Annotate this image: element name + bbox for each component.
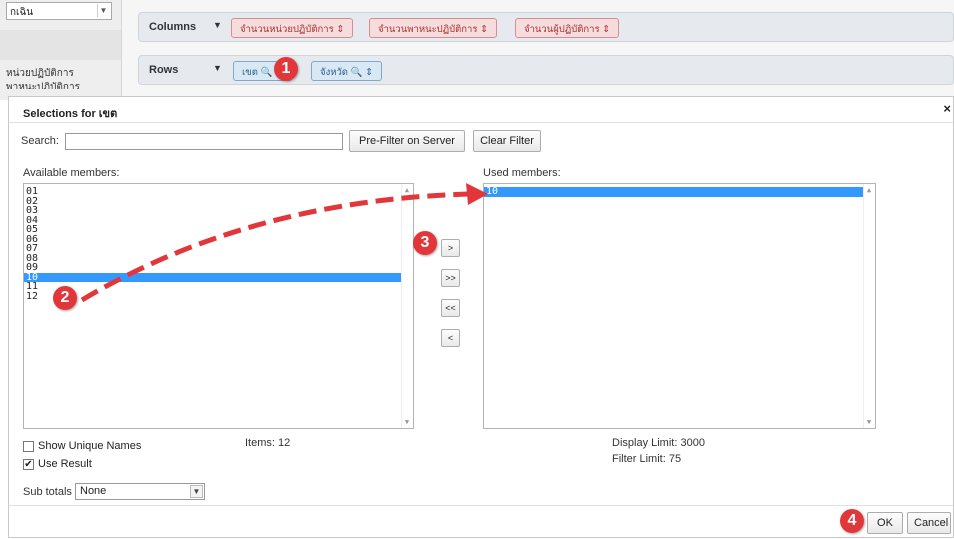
sub-totals-select[interactable]: None ▼ [75, 483, 205, 500]
sidebar-select-value: กเฉิน [10, 7, 34, 18]
list-item[interactable]: 05 [24, 225, 413, 235]
selections-dialog: Selections for เขต × Search: Pre-Filter … [8, 96, 954, 538]
list-item[interactable]: 02 [24, 196, 413, 207]
pre-filter-button[interactable]: Pre-Filter on Server [349, 130, 465, 152]
rows-shelf: Rows ▼ เขต 🔍 ⇕ จังหวัด 🔍 ⇕ [138, 55, 954, 85]
scroll-up-icon[interactable]: ▲ [864, 185, 874, 195]
sidebar-select[interactable]: กเฉิน ▼ [6, 2, 112, 20]
available-members-label: Available members: [23, 167, 120, 179]
use-result-row[interactable]: ✔ Use Result [23, 458, 92, 470]
column-chip[interactable]: จำนวนผู้ปฏิบัติการ ⇕ [515, 18, 620, 38]
list-item[interactable]: 08 [24, 253, 413, 264]
caret-down-icon[interactable]: ▼ [213, 20, 222, 30]
used-members-label: Used members: [483, 167, 561, 179]
sidebar-text-line: พาหนะปฏิบัติการ [6, 82, 80, 89]
move-left-button[interactable]: < [441, 329, 460, 347]
chevron-down-icon[interactable]: ▼ [190, 485, 203, 498]
move-all-left-button[interactable]: << [441, 299, 460, 317]
column-chip[interactable]: จำนวนหน่วยปฏิบัติการ ⇕ [231, 18, 354, 38]
show-unique-names-row[interactable]: Show Unique Names [23, 440, 141, 452]
scrollbar[interactable]: ▲ ▼ [401, 184, 413, 428]
available-members-list[interactable]: 01 02 03 04 05 06 07 08 09 10 11 12 ▲ ▼ [23, 183, 414, 429]
sidebar-panel: กเฉิน ▼ หน่วยปฏิบัติการ พาหนะปฏิบัติการ [0, 0, 122, 100]
dialog-titlebar: Selections for เขต × [9, 97, 953, 123]
chevron-down-icon: ▼ [97, 4, 109, 17]
sidebar-text-line: หน่วยปฏิบัติการ [6, 68, 74, 79]
caret-down-icon[interactable]: ▼ [213, 63, 222, 73]
list-item[interactable]: 10 [484, 187, 875, 197]
move-right-button[interactable]: > [441, 239, 460, 257]
columns-label: Columns [149, 21, 197, 33]
list-item[interactable]: 04 [24, 215, 413, 226]
show-unique-names-checkbox[interactable] [23, 440, 34, 452]
list-item[interactable]: 03 [24, 206, 413, 216]
show-unique-names-label: Show Unique Names [38, 440, 142, 452]
sub-totals-value: None [80, 485, 107, 497]
search-input[interactable] [65, 133, 343, 150]
list-item[interactable]: 12 [24, 291, 413, 302]
sub-totals-label: Sub totals [23, 486, 72, 498]
column-chip[interactable]: จำนวนพาหนะปฏิบัติการ ⇕ [369, 18, 498, 38]
scroll-down-icon[interactable]: ▼ [402, 417, 412, 427]
ok-button[interactable]: OK [867, 512, 903, 534]
scrollbar[interactable]: ▲ ▼ [863, 184, 875, 428]
use-result-checkbox[interactable]: ✔ [23, 458, 34, 470]
step-marker: 4 [840, 509, 864, 533]
cancel-button[interactable]: Cancel [907, 512, 951, 534]
used-members-list[interactable]: 10 ▲ ▼ [483, 183, 876, 429]
row-chip-province[interactable]: จังหวัด 🔍 ⇕ [311, 61, 383, 81]
scroll-down-icon[interactable]: ▼ [864, 417, 874, 427]
step-marker: 2 [53, 286, 77, 310]
columns-shelf: Columns ▼ จำนวนหน่วยปฏิบัติการ ⇕ จำนวนพา… [138, 12, 954, 42]
sidebar-text: หน่วยปฏิบัติการ พาหนะปฏิบัติการ [6, 67, 80, 89]
list-item[interactable]: 01 [24, 187, 413, 197]
close-icon[interactable]: × [943, 101, 951, 116]
list-item[interactable]: 06 [24, 234, 413, 245]
list-item[interactable]: 07 [24, 244, 413, 254]
list-item[interactable]: 11 [24, 282, 413, 292]
scroll-up-icon[interactable]: ▲ [402, 185, 412, 195]
use-result-label: Use Result [38, 458, 92, 470]
step-marker: 3 [413, 231, 437, 255]
filter-limit: Filter Limit: 75 [612, 453, 682, 465]
rows-label: Rows [149, 64, 179, 76]
dialog-title: Selections for เขต [23, 108, 118, 120]
search-label: Search: [21, 135, 59, 147]
move-all-right-button[interactable]: >> [441, 269, 460, 287]
list-item[interactable]: 09 [24, 263, 413, 273]
dialog-footer [9, 505, 953, 539]
clear-filter-button[interactable]: Clear Filter [473, 130, 541, 152]
display-limit: Display Limit: 3000 [612, 437, 705, 449]
sidebar-band [0, 30, 121, 60]
items-count: Items: 12 [245, 437, 291, 449]
step-marker: 1 [274, 57, 298, 81]
list-item[interactable]: 10 [24, 272, 413, 282]
